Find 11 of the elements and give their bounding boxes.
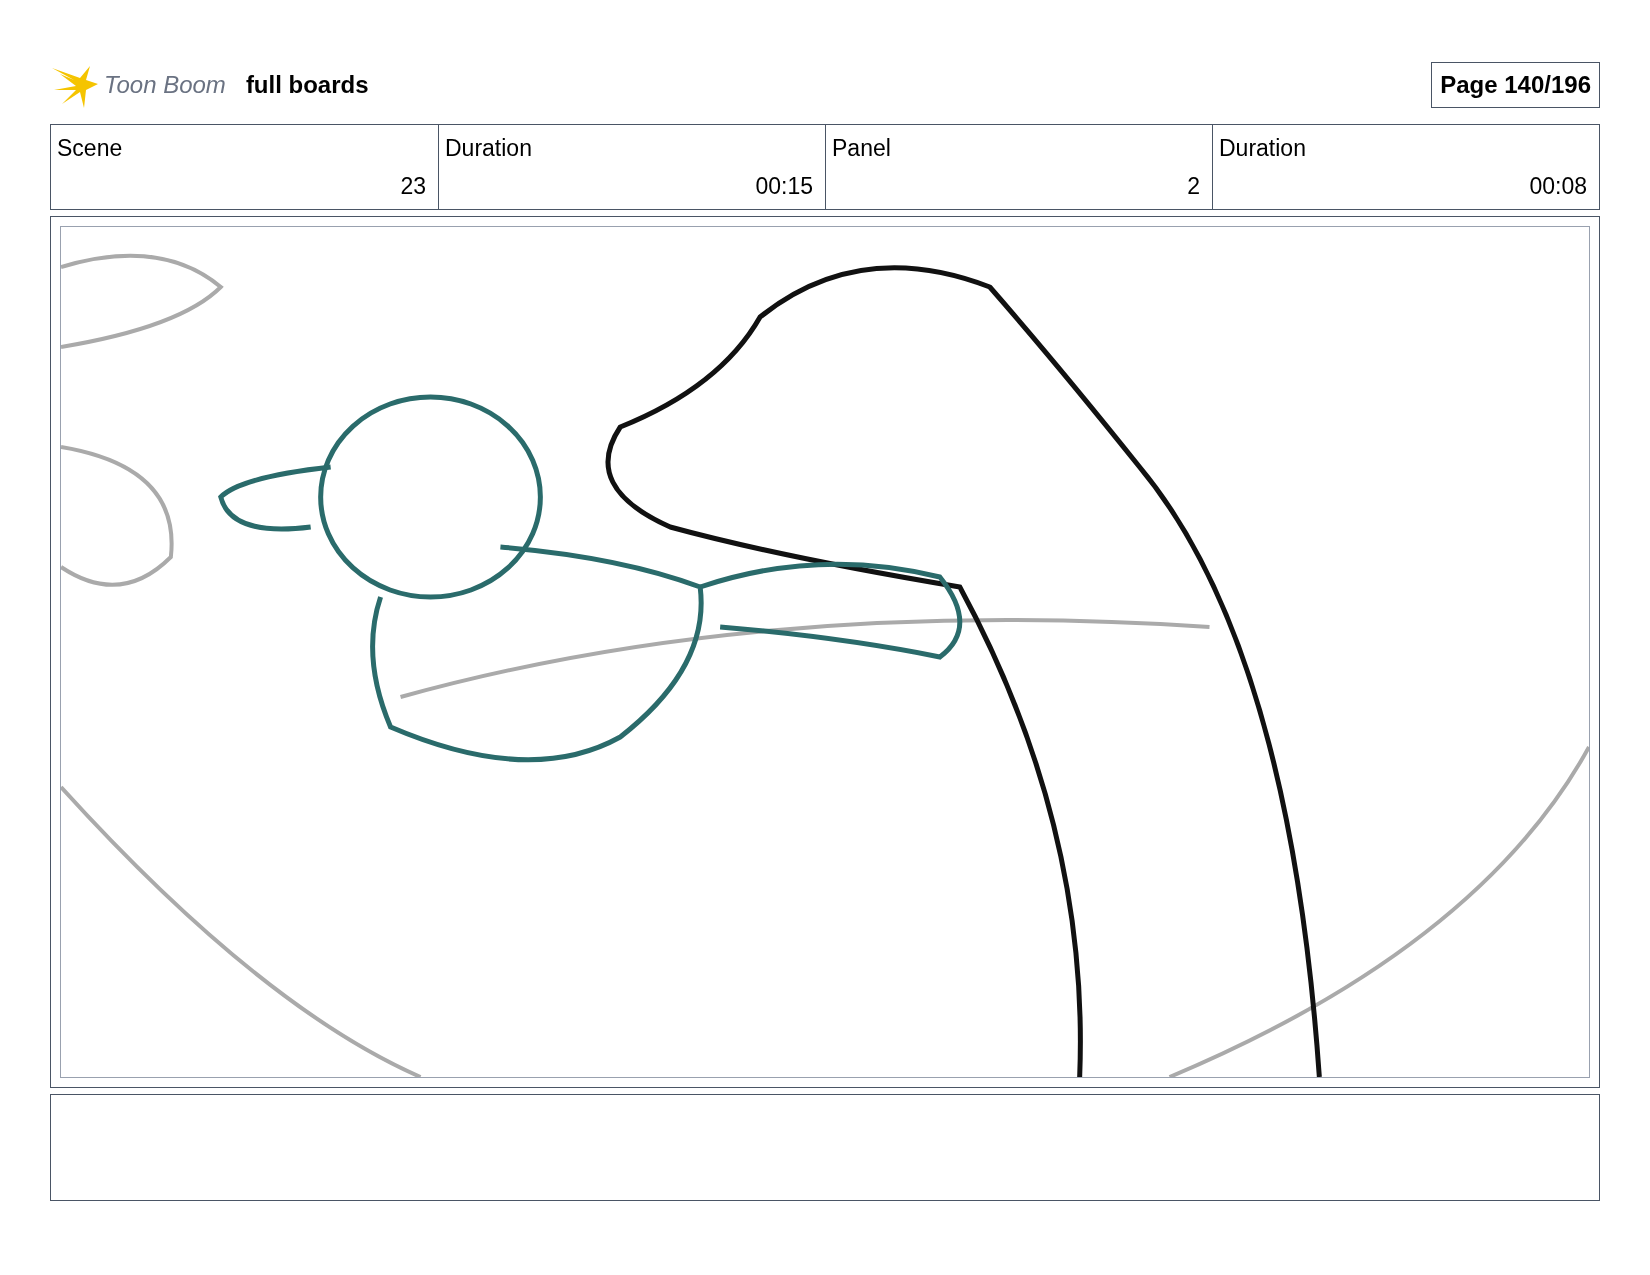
column-heading: Duration xyxy=(445,134,532,163)
table-cell-text: 00:15 xyxy=(755,171,813,201)
table-cell-text: 2 xyxy=(1187,171,1200,201)
column-heading: Scene xyxy=(57,134,123,163)
table-cell-text: 23 xyxy=(400,171,426,201)
column-heading: Duration xyxy=(1219,134,1306,163)
page-number: Page 140/196 xyxy=(1431,62,1600,108)
table-cell-text: 00:08 xyxy=(1529,171,1587,201)
column-heading: Panel xyxy=(832,134,891,163)
logo-text: Toon Boom xyxy=(104,70,226,100)
project-title: full boards xyxy=(245,70,369,100)
